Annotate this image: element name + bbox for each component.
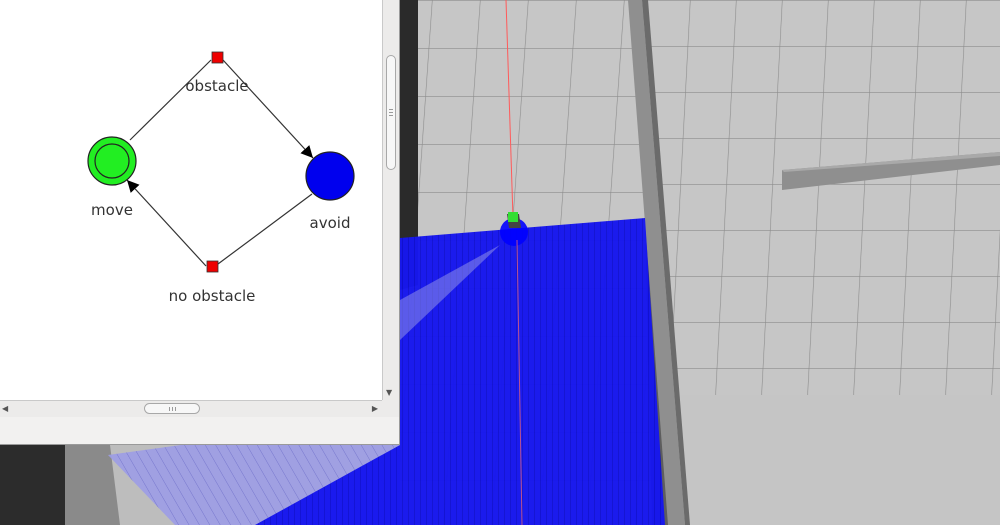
place-avoid-label: avoid [310, 214, 351, 232]
robot[interactable] [507, 212, 521, 228]
horizontal-scrollbar[interactable]: ◀ ▶ [0, 400, 382, 417]
transition-obstacle-label: obstacle [185, 77, 248, 95]
arc-move-to-obstacle [129, 59, 212, 141]
lower-left-wall [0, 445, 65, 525]
transition-no-obstacle[interactable] [206, 260, 219, 273]
vertical-scroll-thumb[interactable] [386, 55, 396, 170]
floor-right [640, 0, 1000, 395]
vertical-scrollbar[interactable]: ▼ [382, 0, 399, 400]
floor-right-lower [665, 395, 1000, 525]
place-move-label: move [91, 201, 133, 219]
place-avoid[interactable] [305, 151, 355, 201]
place-move[interactable] [87, 136, 137, 186]
arc-avoid-to-no-obstacle [217, 193, 313, 265]
arc-obstacle-to-avoid [222, 59, 314, 159]
horizontal-scroll-thumb[interactable] [144, 403, 200, 414]
arc-no-obstacle-to-move [126, 179, 207, 267]
scrollbar-corner [382, 400, 399, 417]
petri-net-canvas[interactable]: move avoid obstacle no obstacle [0, 0, 382, 400]
transition-obstacle[interactable] [211, 51, 224, 64]
petri-net-window: move avoid obstacle no obstacle ▼ ◀ ▶ [0, 0, 400, 445]
scroll-down-arrow-icon[interactable]: ▼ [386, 388, 392, 398]
scroll-right-arrow-icon[interactable]: ▶ [372, 404, 378, 414]
scroll-left-arrow-icon[interactable]: ◀ [2, 404, 8, 414]
transition-no-obstacle-label: no obstacle [169, 287, 256, 305]
